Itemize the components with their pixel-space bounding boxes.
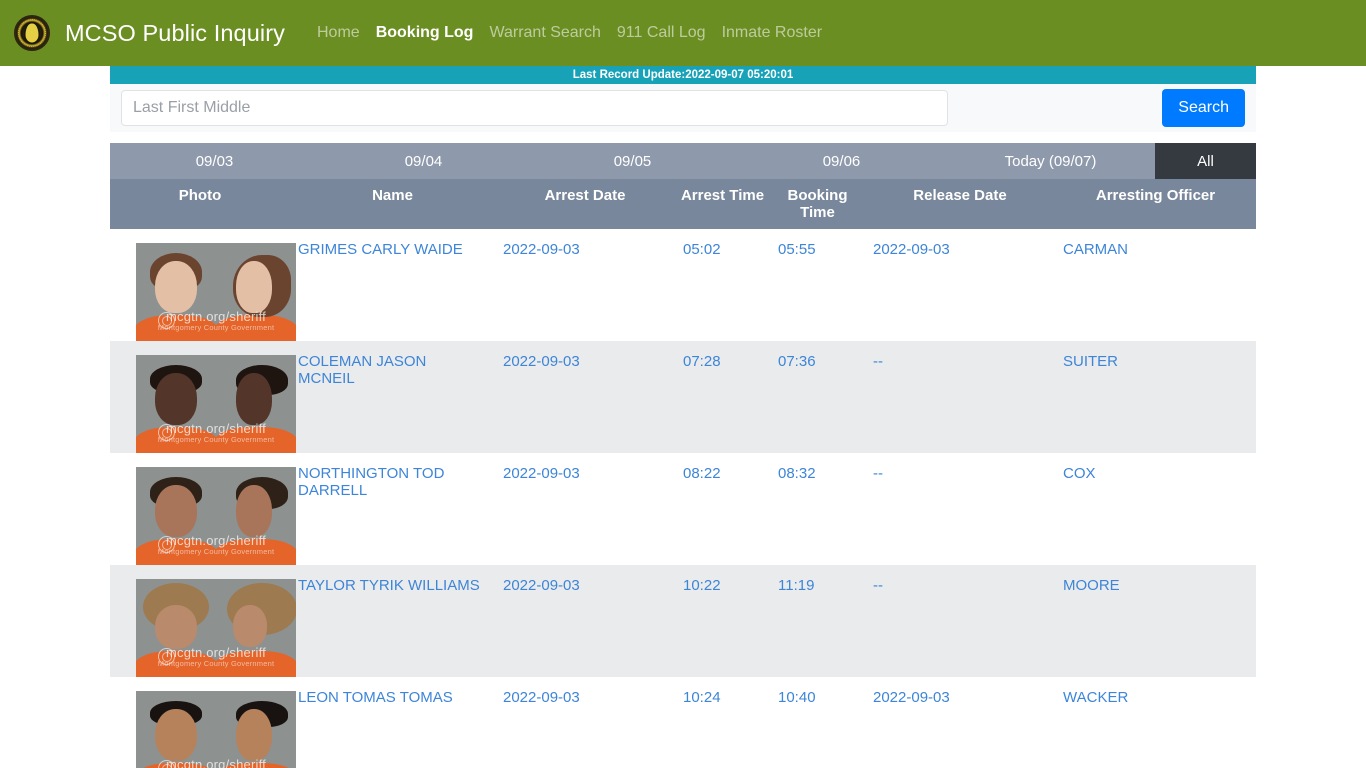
mugshot-cell[interactable]: mcgtn.org/sheriff Montgomery County Gove… [110, 229, 296, 341]
name-link[interactable]: GRIMES CARLY WAIDE [298, 241, 463, 258]
table-row: mcgtn.org/sheriff Montgomery County Gove… [110, 229, 1256, 341]
search-button[interactable]: Search [1162, 89, 1245, 127]
name-link[interactable]: NORTHINGTON TOD DARRELL [298, 465, 444, 499]
tab-0904[interactable]: 09/04 [319, 143, 528, 179]
nav-link-booking-log[interactable]: Booking Log [368, 24, 482, 42]
table-header: Photo Name Arrest Date Arrest Time Booki… [110, 179, 1256, 229]
nav-link-911-call-log[interactable]: 911 Call Log [609, 24, 714, 42]
table-header-row: Photo Name Arrest Date Arrest Time Booki… [110, 179, 1256, 229]
search-input[interactable] [121, 90, 948, 126]
table-row: mcgtn.org/sheriff Montgomery County Gove… [110, 565, 1256, 677]
top-navbar: MCSO Public Inquiry Home Booking Log War… [0, 0, 1366, 66]
cell-release-date[interactable]: -- [865, 453, 1055, 565]
mugshot-cell[interactable]: mcgtn.org/sheriff Montgomery County Gove… [110, 565, 296, 677]
th-arrest-date[interactable]: Arrest Date [495, 179, 675, 229]
mugshot-profile [216, 691, 296, 768]
th-booking-time[interactable]: Booking Time [770, 179, 865, 229]
tab-today[interactable]: Today (09/07) [946, 143, 1155, 179]
cell-arrest-time[interactable]: 07:28 [675, 341, 770, 453]
cell-arrest-date[interactable]: 2022-09-03 [495, 677, 675, 768]
th-photo[interactable]: Photo [110, 179, 290, 229]
name-link[interactable]: LEON TOMAS TOMAS [298, 689, 453, 706]
cell-name: GRIMES CARLY WAIDE [290, 229, 495, 341]
table-row: mcgtn.org/sheriff Montgomery County Gove… [110, 677, 1256, 768]
last-record-update-banner: Last Record Update:2022-09-07 05:20:01 [110, 66, 1256, 84]
tab-0906[interactable]: 09/06 [737, 143, 946, 179]
watermark-seal-icon [158, 424, 175, 441]
cell-release-date[interactable]: -- [865, 341, 1055, 453]
th-release-date[interactable]: Release Date [865, 179, 1055, 229]
mugshot-profile [216, 579, 296, 677]
cell-arrest-time[interactable]: 10:22 [675, 565, 770, 677]
cell-name: TAYLOR TYRIK WILLIAMS [290, 565, 495, 677]
tab-0903[interactable]: 09/03 [110, 143, 319, 179]
mugshot-front [136, 579, 216, 677]
mugshot-image[interactable]: mcgtn.org/sheriff Montgomery County Gove… [136, 467, 296, 565]
nav-link-home[interactable]: Home [309, 24, 368, 42]
cell-booking-time[interactable]: 11:19 [770, 565, 865, 677]
th-arrest-time[interactable]: Arrest Time [675, 179, 770, 229]
table-row: mcgtn.org/sheriff Montgomery County Gove… [110, 453, 1256, 565]
nav-link-warrant-search[interactable]: Warrant Search [481, 24, 608, 42]
brand-title: MCSO Public Inquiry [65, 19, 285, 46]
cell-release-date[interactable]: 2022-09-03 [865, 229, 1055, 341]
watermark-seal-icon [158, 536, 175, 553]
mugshot-image[interactable]: mcgtn.org/sheriff Montgomery County Gove… [136, 691, 296, 768]
mugshot-cell[interactable]: mcgtn.org/sheriff Montgomery County Gove… [110, 453, 296, 565]
cell-release-date[interactable]: -- [865, 565, 1055, 677]
tab-all[interactable]: All [1155, 143, 1256, 179]
cell-arresting-officer[interactable]: SUITER [1055, 341, 1256, 453]
cell-arrest-time[interactable]: 08:22 [675, 453, 770, 565]
watermark-seal-icon [158, 648, 175, 665]
th-arresting-officer[interactable]: Arresting Officer [1055, 179, 1256, 229]
cell-release-date[interactable]: 2022-09-03 [865, 677, 1055, 768]
mugshot-image[interactable]: mcgtn.org/sheriff Montgomery County Gove… [136, 355, 296, 453]
cell-name: NORTHINGTON TOD DARRELL [290, 453, 495, 565]
mugshot-front [136, 243, 216, 341]
cell-arrest-date[interactable]: 2022-09-03 [495, 453, 675, 565]
mugshot-image[interactable]: mcgtn.org/sheriff Montgomery County Gove… [136, 243, 296, 341]
table-row: mcgtn.org/sheriff Montgomery County Gove… [110, 341, 1256, 453]
watermark-seal-icon [158, 312, 175, 329]
cell-arresting-officer[interactable]: COX [1055, 453, 1256, 565]
cell-arrest-date[interactable]: 2022-09-03 [495, 341, 675, 453]
mugshot-front [136, 355, 216, 453]
mugshot-front [136, 467, 216, 565]
cell-arresting-officer[interactable]: MOORE [1055, 565, 1256, 677]
cell-booking-time[interactable]: 10:40 [770, 677, 865, 768]
mugshot-cell[interactable]: mcgtn.org/sheriff Montgomery County Gove… [110, 677, 296, 768]
cell-name: LEON TOMAS TOMAS [290, 677, 495, 768]
cell-booking-time[interactable]: 05:55 [770, 229, 865, 341]
cell-name: COLEMAN JASON MCNEIL [290, 341, 495, 453]
search-bar: Search [110, 84, 1256, 132]
th-name[interactable]: Name [290, 179, 495, 229]
cell-arrest-date[interactable]: 2022-09-03 [495, 229, 675, 341]
cell-arresting-officer[interactable]: WACKER [1055, 677, 1256, 768]
cell-arrest-time[interactable]: 10:24 [675, 677, 770, 768]
cell-arresting-officer[interactable]: CARMAN [1055, 229, 1256, 341]
cell-arrest-time[interactable]: 05:02 [675, 229, 770, 341]
mugshot-image[interactable]: mcgtn.org/sheriff Montgomery County Gove… [136, 579, 296, 677]
nav-link-inmate-roster[interactable]: Inmate Roster [714, 24, 830, 42]
mugshot-front [136, 691, 216, 768]
tab-0905[interactable]: 09/05 [528, 143, 737, 179]
cell-booking-time[interactable]: 07:36 [770, 341, 865, 453]
date-filter-tabs: 09/03 09/04 09/05 09/06 Today (09/07) Al… [110, 143, 1256, 179]
cell-arrest-date[interactable]: 2022-09-03 [495, 565, 675, 677]
table-body: mcgtn.org/sheriff Montgomery County Gove… [110, 229, 1256, 768]
primary-nav: Home Booking Log Warrant Search 911 Call… [309, 24, 830, 42]
name-link[interactable]: COLEMAN JASON MCNEIL [298, 353, 426, 387]
mugshot-cell[interactable]: mcgtn.org/sheriff Montgomery County Gove… [110, 341, 296, 453]
page-container: Last Record Update:2022-09-07 05:20:01 S… [110, 66, 1256, 768]
sheriff-seal-icon [14, 15, 50, 51]
cell-booking-time[interactable]: 08:32 [770, 453, 865, 565]
name-link[interactable]: TAYLOR TYRIK WILLIAMS [298, 577, 480, 594]
mugshot-profile [216, 355, 296, 453]
booking-log-table: Photo Name Arrest Date Arrest Time Booki… [110, 179, 1256, 768]
mugshot-profile [216, 243, 296, 341]
mugshot-profile [216, 467, 296, 565]
